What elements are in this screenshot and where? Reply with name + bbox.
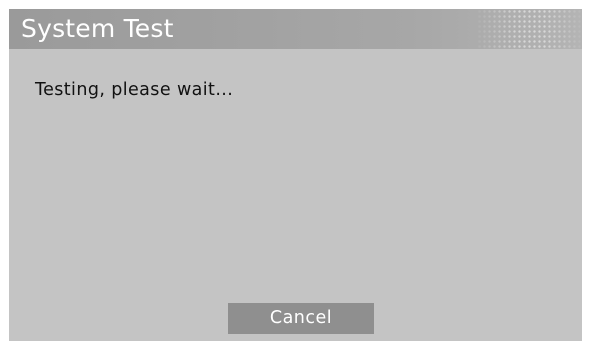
system-test-dialog: System Test Testing, please wait... Canc… [9,9,582,341]
status-message: Testing, please wait... [35,80,234,100]
title-bar: System Test [9,9,582,49]
dot-pattern-decoration [477,9,582,49]
dialog-title: System Test [21,14,174,43]
cancel-button[interactable]: Cancel [228,303,374,334]
